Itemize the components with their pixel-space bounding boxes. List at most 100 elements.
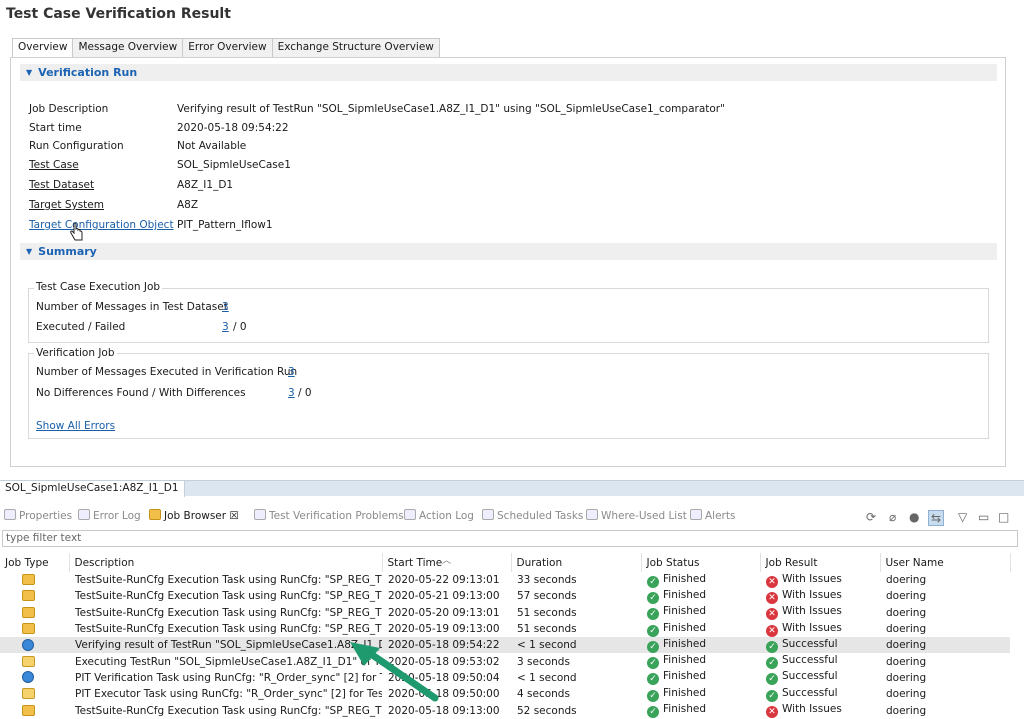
table-row[interactable]: TestSuite-RunCfg Execution Task using Ru…	[0, 605, 1010, 621]
view-tab-error-log[interactable]: Error Log	[78, 509, 141, 522]
view-tab-alerts[interactable]: Alerts	[690, 509, 735, 522]
table-row[interactable]: TestSuite-RunCfg Execution Task using Ru…	[0, 621, 1010, 637]
refresh-icon[interactable]: ⟳	[866, 510, 876, 524]
view-tab-properties[interactable]: Properties	[4, 509, 72, 522]
description-cell-text: PIT Executor Task using RunCfg: "R_Order…	[75, 688, 382, 701]
verification-run-section-header[interactable]: ▼ Verification Run	[20, 64, 997, 81]
target-system-link[interactable]: Target System	[29, 199, 104, 211]
maximize-icon[interactable]: □	[998, 510, 1009, 524]
test-suite-folder-icon	[22, 623, 35, 635]
description-cell: PIT Verification Task using RunCfg: "R_O…	[69, 670, 382, 686]
no-differences-link[interactable]: 3	[288, 387, 295, 399]
duration-cell-text: 57 seconds	[517, 590, 577, 603]
description-cell-text: TestSuite-RunCfg Execution Task using Ru…	[75, 623, 382, 636]
description-cell: Executing TestRun "SOL_SipmleUseCase1.A8…	[69, 653, 382, 669]
executed-failed-label: Executed / Failed	[36, 321, 126, 333]
description-cell-text: Executing TestRun "SOL_SipmleUseCase1.A8…	[75, 655, 382, 668]
job-result-cell-text: With Issues	[782, 572, 842, 585]
filter-input[interactable]: type filter text	[2, 530, 1018, 547]
view-menu-icon[interactable]: ▽	[958, 510, 967, 524]
view-tab-scheduled-tasks[interactable]: Scheduled Tasks	[482, 509, 583, 522]
description-cell-text: TestSuite-RunCfg Execution Task using Ru…	[75, 606, 382, 619]
duration-cell: 52 seconds	[511, 702, 641, 718]
view-tab-action-log[interactable]: Action Log	[404, 509, 474, 522]
description-cell-text: TestSuite-RunCfg Execution Task using Ru…	[75, 590, 382, 603]
job-result-cell-text: With Issues	[782, 588, 842, 601]
table-row[interactable]: Verifying result of TestRun "SOL_SipmleU…	[0, 637, 1010, 654]
description-cell: TestSuite-RunCfg Execution Task using Ru…	[69, 605, 382, 621]
tab-error-overview[interactable]: Error Overview	[182, 38, 273, 57]
description-cell: TestSuite-RunCfg Execution Task using Ru…	[69, 572, 382, 588]
view-tab-job-browser[interactable]: Job Browser ☒	[149, 509, 239, 522]
job-result-cell: ✕ With Issues	[760, 572, 880, 588]
tab-exchange-structure-overview[interactable]: Exchange Structure Overview	[271, 38, 440, 57]
close-icon[interactable]: ☒	[229, 510, 238, 522]
executed-link[interactable]: 3	[222, 321, 229, 333]
user-name-cell-text: doering	[886, 623, 927, 636]
collapse-triangle-icon[interactable]: ▼	[26, 247, 32, 256]
col-job-status[interactable]: Job Status	[641, 553, 761, 572]
job-status-cell: ✓ Finished	[641, 572, 760, 588]
job-result-cell: ✕ With Issues	[760, 588, 880, 604]
col-description[interactable]: Description	[69, 553, 383, 572]
user-name-cell: doering	[880, 605, 1010, 621]
check-circle-icon: ✓	[647, 673, 659, 686]
test-case-value: SOL_SipmleUseCase1	[177, 159, 291, 171]
col-job-type[interactable]: Job Type	[0, 553, 70, 572]
messages-in-dataset-link[interactable]: 3	[222, 301, 229, 313]
start-time-cell-text: 2020-05-19 09:13:00	[388, 623, 500, 636]
minimize-icon[interactable]: ▭	[978, 510, 989, 524]
user-name-cell-text: doering	[886, 590, 927, 603]
target-configuration-object-link[interactable]: Target Configuration Object	[29, 219, 174, 231]
test-suite-folder-icon	[22, 574, 35, 586]
test-case-link[interactable]: Test Case	[29, 159, 79, 171]
job-status-cell: ✓ Finished	[641, 588, 760, 604]
test-dataset-link[interactable]: Test Dataset	[29, 179, 94, 191]
col-duration[interactable]: Duration	[511, 553, 642, 572]
start-time-value: 2020-05-18 09:54:22	[177, 122, 289, 134]
tab-overview[interactable]: Overview	[12, 38, 74, 58]
user-name-cell: doering	[880, 588, 1010, 604]
table-row[interactable]: TestSuite-RunCfg Execution Task using Ru…	[0, 702, 1010, 719]
error-circle-icon: ✕	[766, 706, 778, 719]
description-cell-text: TestSuite-RunCfg Execution Task using Ru…	[75, 574, 382, 587]
messages-in-verification-link[interactable]: 3	[288, 366, 295, 378]
col-job-result[interactable]: Job Result	[760, 553, 881, 572]
summary-section-header[interactable]: ▼ Summary	[20, 243, 997, 260]
start-time-cell: 2020-05-20 09:13:01	[382, 605, 511, 621]
job-status-cell: ✓ Finished	[641, 686, 760, 702]
col-user-name[interactable]: User Name	[880, 553, 1011, 572]
duration-cell: 57 seconds	[511, 588, 641, 604]
description-cell-text: PIT Verification Task using RunCfg: "R_O…	[75, 671, 382, 684]
show-all-errors-link[interactable]: Show All Errors	[36, 420, 115, 432]
collapse-triangle-icon[interactable]: ▼	[26, 68, 32, 77]
alerts-icon	[690, 509, 702, 520]
description-cell: TestSuite-RunCfg Execution Task using Ru…	[69, 588, 382, 604]
test-suite-folder-icon	[22, 704, 35, 716]
stop-icon[interactable]: ●	[909, 510, 919, 524]
table-row[interactable]: TestSuite-RunCfg Execution Task using Ru…	[0, 572, 1010, 588]
clear-icon[interactable]: ⌀	[889, 510, 896, 524]
tab-message-overview[interactable]: Message Overview	[72, 38, 184, 57]
job-result-cell-text: Successful	[782, 670, 838, 683]
target-system-value: A8Z	[177, 199, 199, 211]
job-status-cell-text: Finished	[663, 686, 707, 699]
failed-value: / 0	[233, 321, 247, 333]
description-cell-text: TestSuite-RunCfg Execution Task using Ru…	[75, 704, 382, 717]
job-type-cell	[0, 621, 69, 637]
editor-tab-sol-sipmleusecase1[interactable]: SOL_SipmleUseCase1:A8Z_I1_D1	[0, 481, 185, 497]
table-row[interactable]: PIT Executor Task using RunCfg: "R_Order…	[0, 686, 1010, 702]
error-circle-icon: ✕	[766, 624, 778, 637]
table-row[interactable]: Executing TestRun "SOL_SipmleUseCase1.A8…	[0, 653, 1010, 670]
view-tab-where-used-list[interactable]: Where-Used List	[586, 509, 687, 522]
table-row[interactable]: TestSuite-RunCfg Execution Task using Ru…	[0, 588, 1010, 604]
test-suite-folder-icon	[22, 590, 35, 602]
table-row[interactable]: PIT Verification Task using RunCfg: "R_O…	[0, 670, 1010, 686]
view-tab-test-verification-problems[interactable]: Test Verification Problems	[254, 509, 404, 522]
description-cell: TestSuite-RunCfg Execution Task using Ru…	[69, 702, 382, 718]
verification-job-title: Verification Job	[34, 347, 117, 359]
check-circle-icon: ✓	[647, 624, 659, 637]
user-name-cell-text: doering	[886, 606, 927, 619]
filter-toggle-icon[interactable]: ⇆	[928, 510, 945, 526]
user-name-cell: doering	[880, 702, 1010, 718]
